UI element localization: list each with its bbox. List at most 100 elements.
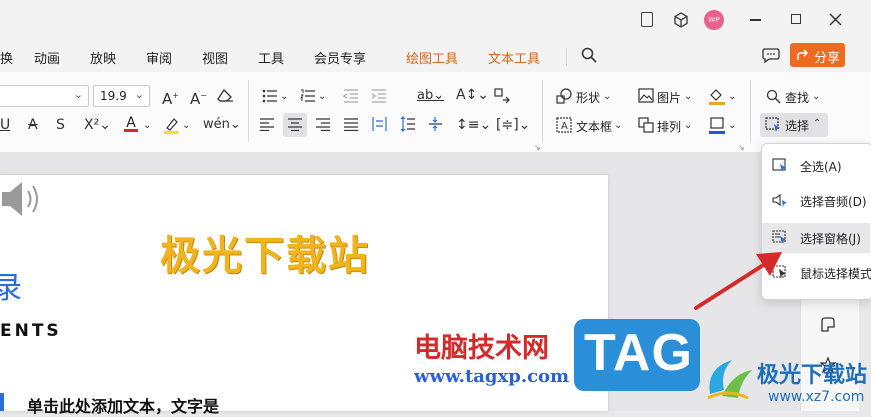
distribute-icon[interactable]	[372, 116, 387, 132]
svg-text:A: A	[561, 121, 568, 132]
share-icon	[797, 49, 809, 60]
selection-pane-icon	[772, 230, 786, 244]
menu-animation[interactable]: 动画	[34, 48, 60, 67]
shape-icon[interactable]	[556, 88, 572, 104]
bullet-marker	[0, 393, 4, 411]
chevron-down-icon[interactable]: ⌄	[603, 89, 611, 105]
search-icon[interactable]	[581, 47, 597, 63]
avatar[interactable]: WP	[704, 10, 724, 30]
superscript-icon[interactable]: X²⌄	[84, 117, 111, 133]
close-icon[interactable]	[829, 13, 842, 26]
decrease-indent-icon[interactable]	[343, 89, 359, 103]
chevron-down-icon[interactable]: ⌄	[728, 89, 736, 105]
ribbon-divider	[542, 80, 543, 142]
numbered-list-icon[interactable]	[300, 89, 316, 103]
select-icon	[765, 117, 780, 132]
tablet-icon[interactable]	[641, 12, 653, 27]
annotation-arrow	[694, 252, 782, 310]
menu-drawing-tools[interactable]: 绘图工具	[406, 48, 458, 67]
find-label[interactable]: 查找	[785, 89, 809, 106]
strikethrough-icon[interactable]: A	[28, 117, 38, 133]
chevron-down-icon[interactable]: ⌄	[143, 118, 151, 134]
bullet-list-icon[interactable]	[262, 89, 278, 103]
picture-icon[interactable]	[638, 88, 654, 103]
paragraph-spacing-icon[interactable]	[428, 116, 443, 132]
font-name-combo[interactable]: ⌄	[0, 85, 89, 107]
text-align-box-icon[interactable]: [≑]⌄	[496, 117, 530, 133]
share-button[interactable]: 分享	[790, 43, 845, 67]
minimize-icon[interactable]	[750, 19, 761, 21]
font-size-combo[interactable]: 19.9 ⌄	[93, 85, 150, 107]
menu-review[interactable]: 审阅	[146, 48, 172, 67]
body-text[interactable]: 单击此处添加文本，文字是	[27, 393, 219, 417]
convert-icon[interactable]	[494, 88, 510, 104]
watermark-url: www.tagxp.com	[414, 366, 570, 387]
maximize-icon[interactable]	[791, 14, 801, 24]
comment-icon[interactable]	[762, 47, 780, 63]
menu-view[interactable]: 视图	[202, 48, 228, 67]
ribbon-divider	[248, 80, 249, 142]
shape-label[interactable]: 形状	[576, 89, 600, 106]
arrange-icon[interactable]	[638, 117, 654, 133]
align-left-icon[interactable]	[260, 118, 274, 131]
watermark-cn-text: 电脑技术网	[414, 333, 549, 364]
font-color-icon[interactable]: A	[124, 115, 138, 132]
style-icon[interactable]	[819, 316, 837, 334]
cube-icon[interactable]	[672, 11, 690, 29]
chevron-down-icon[interactable]: ⌄	[684, 89, 692, 105]
column-spacing-icon[interactable]: ↕≡⌄	[456, 117, 491, 133]
chevron-down-icon[interactable]: ⌄	[182, 118, 190, 134]
chevron-down-icon[interactable]: ⌄	[812, 89, 820, 105]
shadow-icon[interactable]: S	[56, 117, 65, 133]
slide-title[interactable]: 极光下载站	[160, 223, 370, 281]
picture-label[interactable]: 图片	[657, 89, 681, 106]
menu-divider	[566, 48, 567, 66]
menu-tools[interactable]: 工具	[258, 48, 284, 67]
chevron-up-icon: ⌃	[813, 118, 822, 129]
contents-label[interactable]: ENTS	[0, 321, 62, 341]
clear-format-icon[interactable]	[217, 88, 234, 104]
watermark-logo-url: www.xz7.com	[768, 389, 865, 405]
menu-item-label: 选择窗格(J)	[800, 232, 861, 246]
textbox-label[interactable]: 文本框	[576, 118, 612, 135]
chevron-down-icon[interactable]: ⌄	[614, 118, 622, 134]
font-size-value: 19.9	[100, 89, 127, 103]
slide-heading-partial[interactable]: 录	[0, 263, 22, 307]
textbox-icon[interactable]: A	[556, 117, 572, 133]
menu-slideshow[interactable]: 放映	[90, 48, 116, 67]
highlight-icon[interactable]	[163, 116, 179, 134]
increase-indent-icon[interactable]	[371, 89, 387, 103]
chevron-down-icon[interactable]: ⌄	[728, 118, 736, 134]
speaker-icon[interactable]	[0, 179, 44, 219]
chevron-down-icon[interactable]: ⌄	[318, 89, 326, 105]
sort-icon[interactable]: A↕⌄	[456, 87, 489, 103]
watermark-tag-logo: TAG	[574, 319, 700, 391]
menu-text-tools[interactable]: 文本工具	[488, 48, 540, 67]
align-center-button[interactable]	[283, 113, 307, 137]
menu-item-select-all[interactable]: 全选(A)	[762, 151, 870, 181]
chevron-down-icon: ⌄	[134, 88, 144, 101]
menu-transitions[interactable]: 换	[0, 48, 13, 67]
title-bar: WP	[0, 0, 871, 40]
phonetic-icon[interactable]: wén⌄	[203, 117, 241, 133]
chevron-down-icon[interactable]: ⌄	[684, 118, 692, 134]
justify-icon[interactable]	[344, 118, 358, 131]
underline-icon[interactable]: U	[0, 117, 10, 133]
text-direction-icon[interactable]: ab⌄	[417, 88, 444, 104]
align-right-icon[interactable]	[316, 118, 330, 131]
outline-icon[interactable]	[708, 116, 726, 134]
fill-icon[interactable]	[708, 87, 726, 105]
select-button[interactable]: 选择 ⌃	[760, 113, 828, 137]
arrange-label[interactable]: 排列	[657, 118, 681, 135]
menu-member[interactable]: 会员专享	[314, 48, 366, 67]
menu-item-label: 鼠标选择模式	[800, 267, 871, 281]
grow-font-icon[interactable]: A+	[162, 88, 179, 107]
select-label: 选择	[785, 119, 810, 133]
line-spacing-icon[interactable]	[400, 116, 415, 132]
shrink-font-icon[interactable]: A−	[190, 88, 207, 107]
find-icon[interactable]	[766, 89, 781, 104]
menu-item-select-audio[interactable]: 选择音频(D)	[762, 186, 870, 216]
chevron-down-icon[interactable]: ⌄	[280, 89, 288, 105]
chevron-down-icon: ⌄	[73, 88, 83, 101]
ribbon-divider	[750, 80, 751, 142]
